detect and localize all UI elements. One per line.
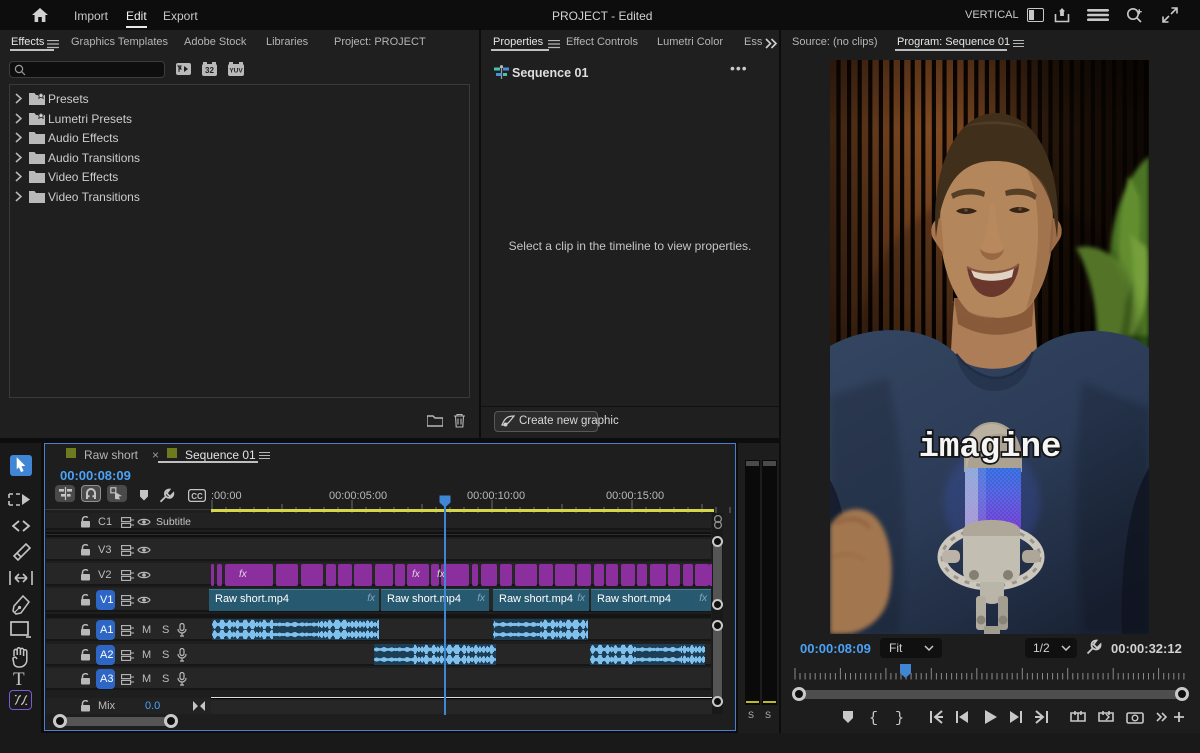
svg-text:32: 32 (205, 66, 214, 75)
svg-text:{: { (869, 710, 878, 726)
svg-text:CC: CC (191, 492, 203, 501)
svg-text:}: } (895, 710, 904, 726)
svg-text:YUV: YUV (229, 68, 243, 75)
